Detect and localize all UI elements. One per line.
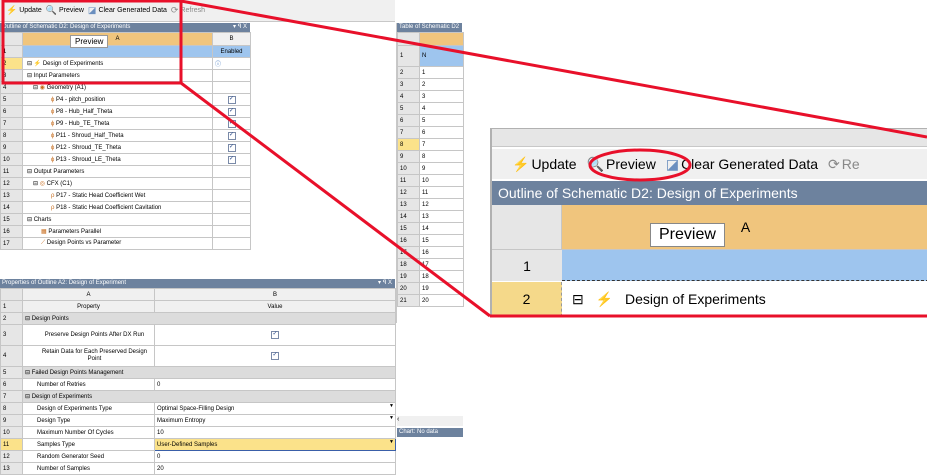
callout-line-top (180, 0, 927, 139)
callout-line-bottom (180, 81, 491, 318)
annotation-overlay (1, 0, 927, 318)
preview-highlight-ellipse (588, 148, 692, 182)
highlight-rectangle (1, 0, 183, 85)
